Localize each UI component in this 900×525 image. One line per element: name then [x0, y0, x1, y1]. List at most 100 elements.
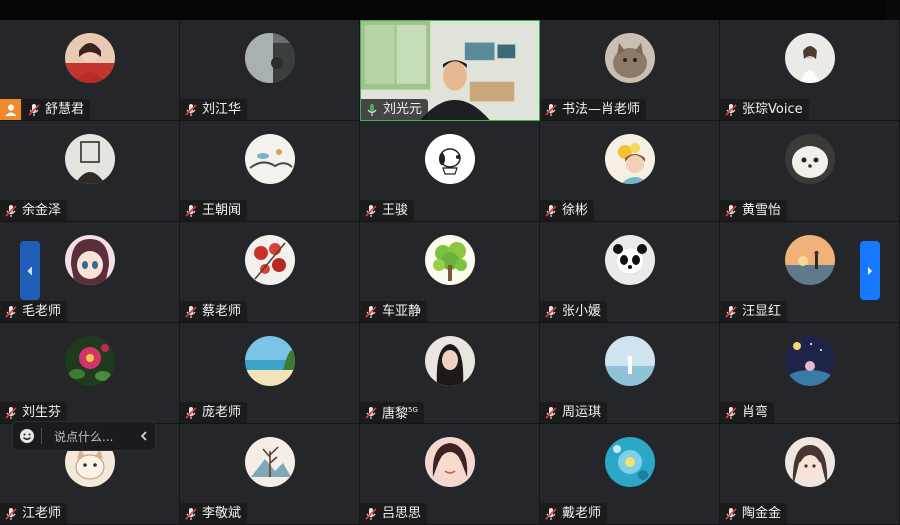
name-bar: 张琮Voice: [720, 99, 809, 120]
emoji-icon: [20, 429, 34, 443]
mic-muted-icon[interactable]: [364, 204, 378, 218]
name-bar: 汪显红: [720, 301, 788, 322]
name-bar: 江老师: [0, 503, 68, 524]
participant-name: 余金泽: [22, 203, 62, 218]
participant-name: 书法—肖老师: [562, 102, 641, 117]
chevron-right-icon: [868, 266, 872, 275]
participant-tile[interactable]: 刘江华: [180, 20, 360, 121]
mic-active-icon[interactable]: [365, 103, 379, 117]
mic-muted-icon[interactable]: [27, 103, 41, 117]
name-bar: 蔡老师: [180, 301, 248, 322]
participant-name: 王朝闻: [202, 203, 242, 218]
name-bar: 徐彬: [540, 200, 595, 221]
name-bar: 舒慧君: [23, 99, 91, 120]
name-bar: 唐黎5G: [360, 402, 424, 423]
participant-tile[interactable]: 车亚静: [360, 222, 540, 323]
mic-muted-icon[interactable]: [4, 204, 18, 218]
emoji-button[interactable]: [13, 422, 41, 450]
name-bar: 刘光元: [361, 99, 429, 120]
mic-muted-icon[interactable]: [544, 507, 558, 521]
mic-muted-icon[interactable]: [184, 507, 198, 521]
mic-muted-icon[interactable]: [724, 305, 738, 319]
mic-muted-icon[interactable]: [184, 204, 198, 218]
name-bar: 李敬斌: [180, 503, 248, 524]
participant-name: 戴老师: [562, 506, 602, 521]
participant-name: 江老师: [22, 506, 62, 521]
participant-tile[interactable]: 李敬斌: [180, 424, 360, 525]
participant-name: 唐黎5G: [382, 400, 418, 423]
name-bar: 王朝闻: [180, 200, 248, 221]
avatar: [604, 134, 655, 184]
host-person-icon: [5, 104, 16, 116]
participant-name: 张琮Voice: [742, 102, 803, 117]
participant-video-tile[interactable]: 刘光元: [360, 20, 540, 121]
participant-tile[interactable]: 戴老师: [540, 424, 720, 525]
network-badge: 5G: [408, 406, 418, 415]
participant-name: 徐彬: [562, 203, 589, 218]
name-bar: 余金泽: [0, 200, 68, 221]
avatar: [424, 134, 475, 184]
participant-name: 刘江华: [202, 102, 242, 117]
mic-muted-icon[interactable]: [724, 103, 738, 117]
participant-tile[interactable]: 徐彬: [540, 121, 720, 222]
avatar: [424, 235, 475, 285]
participant-name: 舒慧君: [45, 102, 85, 117]
next-page-button[interactable]: [860, 241, 880, 300]
collapse-chat-button[interactable]: [133, 430, 155, 442]
mic-muted-icon[interactable]: [4, 507, 18, 521]
chat-input-bar[interactable]: 说点什么...: [12, 421, 156, 451]
participant-tile[interactable]: 蔡老师: [180, 222, 360, 323]
mic-muted-icon[interactable]: [364, 406, 378, 420]
participant-tile[interactable]: 庞老师: [180, 323, 360, 424]
mic-muted-icon[interactable]: [364, 305, 378, 319]
participant-tile[interactable]: 刘生芬: [0, 323, 180, 424]
participant-tile[interactable]: 书法—肖老师: [540, 20, 720, 121]
participant-tile[interactable]: 黄雪怡: [720, 121, 900, 222]
participant-tile[interactable]: 张琮Voice: [720, 20, 900, 121]
mic-muted-icon[interactable]: [4, 305, 18, 319]
participant-tile[interactable]: 王朝闻: [180, 121, 360, 222]
mic-muted-icon[interactable]: [4, 406, 18, 420]
name-bar: 庞老师: [180, 402, 248, 423]
avatar: [784, 437, 835, 487]
participant-tile[interactable]: 吕思思: [360, 424, 540, 525]
mic-muted-icon[interactable]: [184, 305, 198, 319]
participant-tile[interactable]: 周运琪: [540, 323, 720, 424]
mic-muted-icon[interactable]: [544, 305, 558, 319]
mic-muted-icon[interactable]: [544, 103, 558, 117]
mic-muted-icon[interactable]: [724, 204, 738, 218]
participant-tile[interactable]: 余金泽: [0, 121, 180, 222]
avatar: [424, 336, 475, 386]
mic-muted-icon[interactable]: [724, 507, 738, 521]
participant-name: 车亚静: [382, 304, 422, 319]
participant-name: 汪显红: [742, 304, 782, 319]
participant-name: 蔡老师: [202, 304, 242, 319]
prev-page-button[interactable]: [20, 241, 40, 300]
participant-name: 肖弯: [742, 405, 769, 420]
participant-tile[interactable]: 唐黎5G: [360, 323, 540, 424]
name-bar: 陶金金: [720, 503, 788, 524]
chat-input[interactable]: 说点什么...: [54, 428, 133, 445]
name-bar: 车亚静: [360, 301, 428, 322]
mic-muted-icon[interactable]: [544, 204, 558, 218]
participant-tile[interactable]: 肖弯: [720, 323, 900, 424]
mic-muted-icon[interactable]: [184, 103, 198, 117]
participant-name: 庞老师: [202, 405, 242, 420]
mic-muted-icon[interactable]: [544, 406, 558, 420]
participant-tile[interactable]: 张小媛: [540, 222, 720, 323]
participant-tile[interactable]: 陶金金: [720, 424, 900, 525]
mic-muted-icon[interactable]: [364, 507, 378, 521]
mic-muted-icon[interactable]: [724, 406, 738, 420]
name-bar: 书法—肖老师: [540, 99, 647, 120]
top-bar: [0, 0, 900, 20]
participant-name: 黄雪怡: [742, 203, 782, 218]
participant-name: 张小媛: [562, 304, 602, 319]
top-bar-corner: [886, 0, 900, 20]
mic-muted-icon[interactable]: [184, 406, 198, 420]
avatar: [64, 235, 115, 285]
avatar: [64, 336, 115, 386]
participant-tile[interactable]: 王骏: [360, 121, 540, 222]
avatar: [244, 33, 295, 83]
participant-tile[interactable]: 舒慧君: [0, 20, 180, 121]
chevron-left-icon: [27, 266, 33, 275]
